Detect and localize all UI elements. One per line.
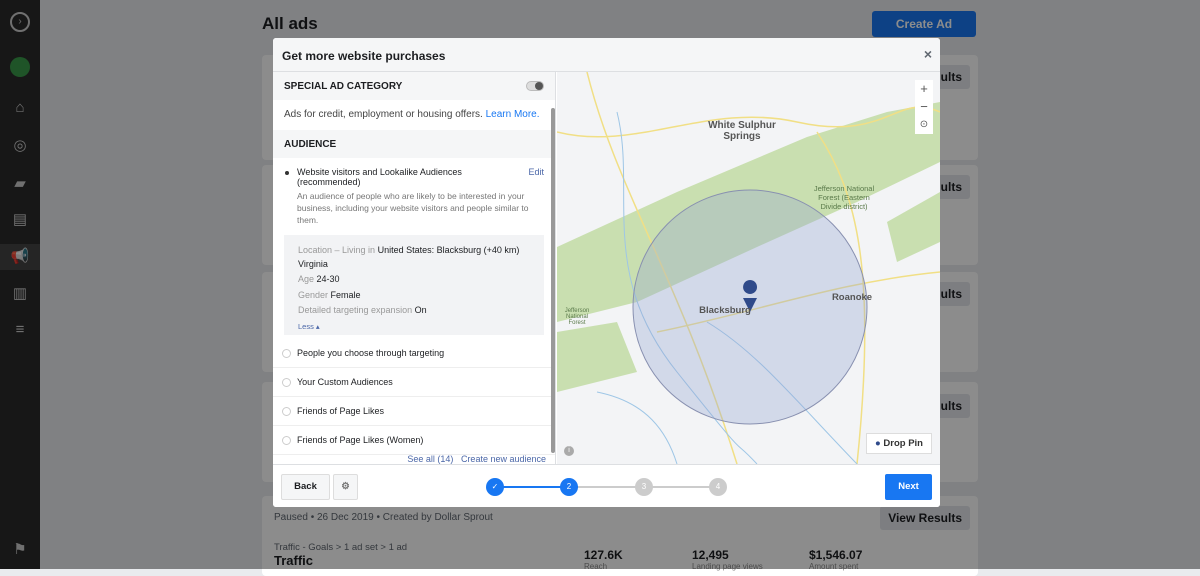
radio[interactable] bbox=[282, 349, 291, 358]
map[interactable]: White Sulphur Springs Jefferson National… bbox=[557, 72, 940, 464]
modal-title: Get more website purchases bbox=[282, 49, 446, 63]
back-button[interactable]: Back bbox=[281, 474, 330, 500]
info-icon[interactable]: i bbox=[564, 446, 574, 456]
settings-icon[interactable]: ⚙ bbox=[333, 474, 358, 500]
map-label: Jefferson National Forest (Eastern Divid… bbox=[813, 184, 875, 211]
less-toggle[interactable]: Less ▴ bbox=[298, 319, 530, 335]
audience-header: AUDIENCE bbox=[273, 130, 555, 158]
step-2[interactable]: 2 bbox=[560, 478, 578, 496]
forest-area bbox=[557, 322, 637, 392]
radio[interactable] bbox=[282, 407, 291, 416]
pin-icon: ● bbox=[875, 438, 881, 449]
step-1[interactable]: ✓ bbox=[486, 478, 504, 496]
radio[interactable] bbox=[282, 436, 291, 445]
next-button[interactable]: Next bbox=[885, 474, 932, 500]
radio-selected[interactable] bbox=[282, 168, 291, 177]
audience-option[interactable]: Your Custom Audiences bbox=[273, 368, 555, 397]
map-label: Roanoke bbox=[831, 292, 873, 303]
special-ad-text: Ads for credit, employment or housing of… bbox=[284, 109, 540, 120]
learn-more-link[interactable]: Learn More. bbox=[486, 109, 540, 120]
audience-option[interactable]: Friends of Page Likes (Women) bbox=[273, 426, 555, 455]
audience-option[interactable]: Friends of Page Likes bbox=[273, 397, 555, 426]
map-label: Jefferson National Forest bbox=[564, 308, 590, 326]
close-icon[interactable]: × bbox=[924, 46, 932, 62]
see-all-link[interactable]: See all (14) bbox=[407, 454, 453, 464]
modal-footer: Back ⚙ ✓ 2 3 4 Next bbox=[273, 464, 940, 507]
audience-details: Location – Living in United States: Blac… bbox=[284, 235, 544, 335]
radio[interactable] bbox=[282, 378, 291, 387]
zoom-out-button[interactable]: − bbox=[915, 98, 933, 116]
scrollbar[interactable] bbox=[551, 108, 555, 453]
step-4[interactable]: 4 bbox=[709, 478, 727, 496]
locate-icon[interactable]: ⊙ bbox=[915, 116, 933, 134]
modal-header: Get more website purchases × bbox=[273, 38, 940, 72]
audience-panel: SPECIAL AD CATEGORY Ads for credit, empl… bbox=[273, 72, 556, 464]
audience-option[interactable]: People you choose through targeting bbox=[273, 339, 555, 368]
ad-setup-modal: Get more website purchases × SPECIAL AD C… bbox=[273, 38, 940, 507]
zoom-in-button[interactable]: + bbox=[915, 80, 933, 98]
forest-area bbox=[887, 192, 940, 262]
edit-link[interactable]: Edit bbox=[528, 167, 544, 177]
map-label: Blacksburg bbox=[699, 305, 751, 316]
drop-pin-button[interactable]: ● Drop Pin bbox=[866, 433, 932, 454]
special-ad-category-header: SPECIAL AD CATEGORY bbox=[273, 72, 555, 100]
audience-option-selected[interactable]: Website visitors and Lookalike Audiences… bbox=[273, 158, 555, 235]
special-category-toggle[interactable] bbox=[526, 81, 544, 91]
create-audience-link[interactable]: Create new audience bbox=[461, 454, 546, 464]
step-3[interactable]: 3 bbox=[635, 478, 653, 496]
map-label: White Sulphur Springs bbox=[708, 120, 776, 142]
